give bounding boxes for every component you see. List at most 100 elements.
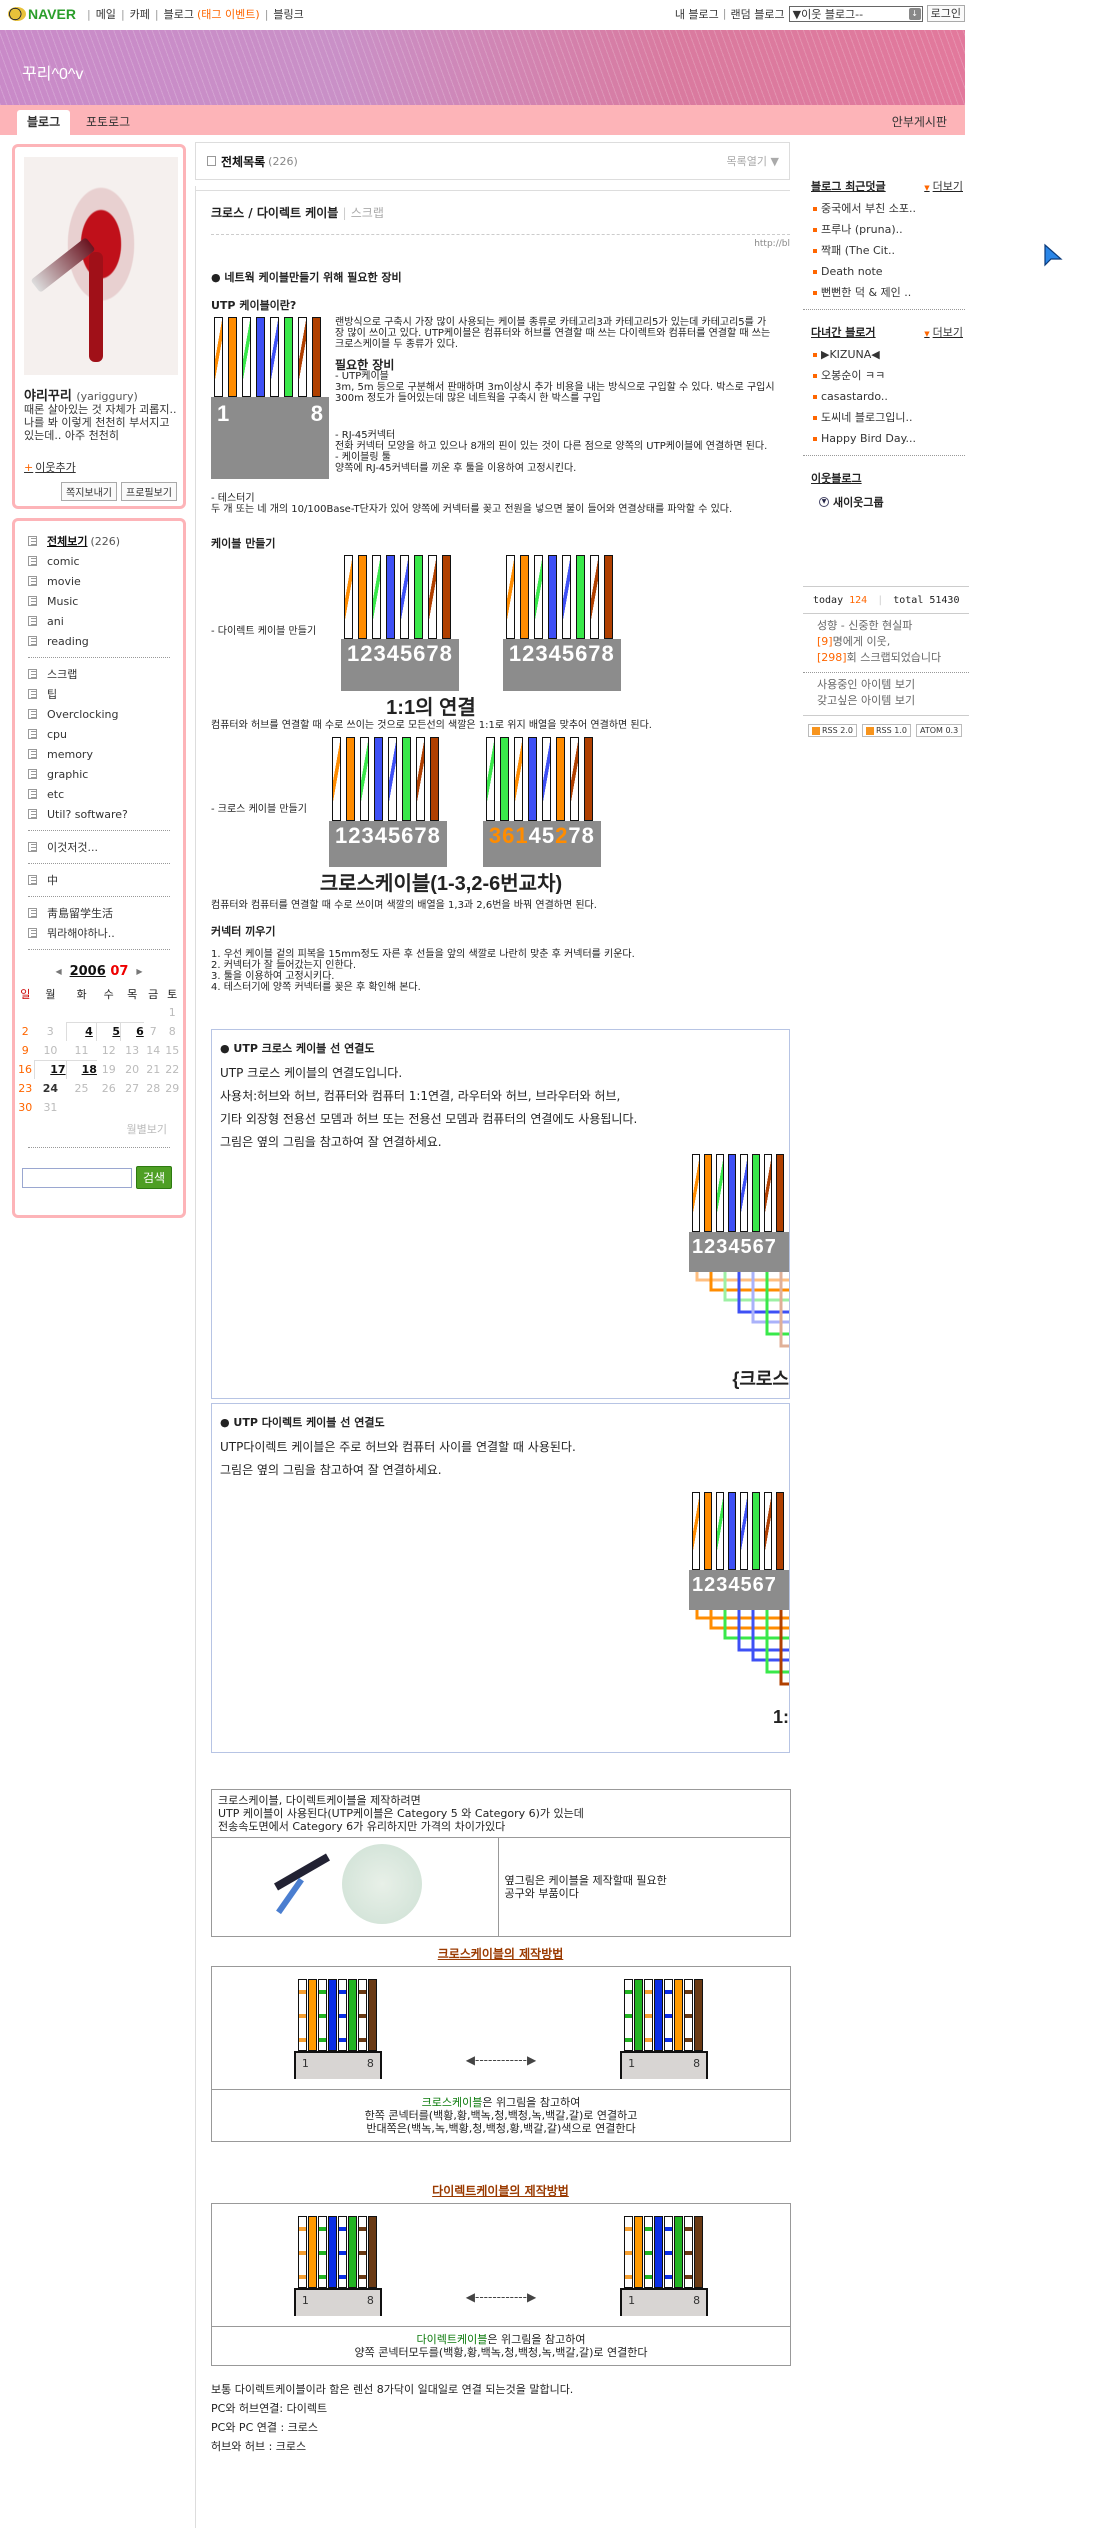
search-input[interactable]	[22, 1167, 132, 1188]
source-url[interactable]: http://bl	[211, 239, 790, 249]
visitor-item[interactable]: Happy Bird Day...	[813, 428, 973, 449]
weekday-label: 목	[127, 987, 138, 1001]
category-item[interactable]: etc	[28, 784, 183, 804]
recent-comment-item[interactable]: 뻔뻔한 덕 & 제인 ..	[813, 282, 973, 303]
visitors-more[interactable]: 더보기	[924, 324, 963, 340]
add-neighbor-link[interactable]: + 이웃추가	[24, 459, 76, 475]
wire-strand	[312, 317, 321, 397]
nav-cafe[interactable]: 카페	[130, 6, 150, 22]
calendar-day: 19	[101, 1063, 116, 1076]
weekday-label: 금	[148, 987, 159, 1001]
login-button[interactable]: 로그인	[926, 5, 965, 22]
visitor-item[interactable]: casastardo..	[813, 386, 973, 407]
category-item[interactable]: graphic	[28, 764, 183, 784]
monthly-view-link[interactable]: 월별보기	[15, 1121, 167, 1137]
blog-title[interactable]: 꾸리^0^v	[22, 60, 83, 84]
connector-body: 18	[293, 2051, 382, 2079]
next-month-icon[interactable]: ▶	[136, 967, 142, 976]
calendar-grid: 일 월 화 수 목 금 토 1 2 3 4 5 6 7 8 9 10 11 12 13 14 15 16 17 18 19 20 21…	[16, 984, 182, 1117]
visitor-item[interactable]: 오봉순이 ㅋㅋ	[813, 365, 973, 386]
category-item[interactable]: reading	[28, 631, 183, 651]
nav-tag-event[interactable]: (태그 이벤트)	[197, 6, 260, 22]
recent-comment-item[interactable]: Death note	[813, 261, 973, 282]
category-item[interactable]: ani	[28, 611, 183, 631]
nav-blog[interactable]: 블로그	[164, 6, 194, 22]
crimper-tool-graphic	[274, 1853, 330, 1891]
nickname: 야리꾸리	[24, 389, 72, 404]
neighbor-group[interactable]: ▼ 새이웃그룹	[803, 486, 973, 510]
category-item[interactable]: 이것저것...	[28, 837, 183, 857]
prev-month-icon[interactable]: ◀	[55, 967, 61, 976]
category-item[interactable]: 뭐라해야하나..	[28, 923, 183, 943]
neighbor-blog-select[interactable]: ▼이웃 블로그-- ↓	[788, 5, 923, 22]
rss2-button[interactable]: RSS 2.0	[808, 724, 857, 737]
search-button[interactable]: 검색	[136, 1166, 173, 1189]
wire-strand	[654, 1979, 664, 2051]
document-icon	[28, 689, 37, 699]
wire-strand	[367, 1979, 377, 2051]
items-using-link[interactable]: 사용중인 아이템 보기	[817, 677, 969, 693]
calendar-day[interactable]: 18	[65, 1059, 97, 1079]
items-want-link[interactable]: 갖고싶은 아이템 보기	[817, 693, 969, 709]
calendar-day[interactable]: 17	[34, 1059, 67, 1079]
visitor-item[interactable]: ▶KIZUNA◀	[813, 344, 973, 365]
recent-comments-header: 블로그 최근덧글 더보기	[803, 178, 973, 194]
naver-logo[interactable]: NAVER	[8, 6, 76, 22]
calendar-day[interactable]: 6	[120, 1021, 144, 1041]
calendar-day[interactable]: 4	[65, 1021, 97, 1041]
tab-guestbook[interactable]: 안부게시판	[882, 110, 957, 135]
tab-photolog[interactable]: 포토로그	[76, 110, 140, 135]
divider: |	[342, 206, 347, 220]
atom-button[interactable]: ATOM 0.3	[915, 724, 963, 737]
my-blog-link[interactable]: 내 블로그	[675, 6, 719, 22]
calendar-month-link[interactable]: 2006 07	[70, 964, 129, 979]
pin-numbers: 1234567	[689, 1570, 789, 1610]
tools-line: 공구와 부품이다	[504, 1887, 579, 1900]
total-count: 51430	[929, 594, 960, 606]
post-category[interactable]: 스크랩	[351, 206, 384, 220]
connector-body: 18	[620, 2288, 709, 2316]
category-item[interactable]: comic	[28, 551, 183, 571]
category-item[interactable]: memory	[28, 744, 183, 764]
category-item[interactable]: cpu	[28, 724, 183, 744]
view-profile-button[interactable]: 프로필보기	[121, 482, 177, 501]
recent-comments-title[interactable]: 블로그 최근덧글	[811, 178, 886, 194]
intro-line: 크로스케이블, 다이렉트케이블을 제작하려면	[218, 1794, 421, 1807]
connector-body: 18	[211, 397, 329, 479]
category-item[interactable]: Music	[28, 591, 183, 611]
nav-mail[interactable]: 메일	[96, 6, 116, 22]
calendar-day[interactable]: 5	[96, 1021, 121, 1041]
recent-comments-more[interactable]: 더보기	[924, 178, 963, 194]
category-item[interactable]: 스크랩	[28, 664, 183, 684]
divider	[28, 949, 170, 950]
document-icon	[28, 789, 37, 799]
direct-method-title[interactable]: 다이렉트케이블의 제작방법	[211, 2182, 790, 2199]
random-blog-link[interactable]: 랜덤 블로그	[731, 6, 785, 22]
rj45-left: 12345678	[341, 555, 459, 691]
open-list-button[interactable]: 목록열기 ▼	[727, 153, 779, 169]
send-note-button[interactable]: 쪽지보내기	[61, 482, 117, 501]
category-item[interactable]: movie	[28, 571, 183, 591]
post-title-text[interactable]: 크로스 / 다이렉트 케이블	[211, 206, 338, 220]
rss1-button[interactable]: RSS 1.0	[861, 724, 911, 737]
recent-comment-item[interactable]: 짝패 (The Cit..	[813, 240, 973, 261]
calendar: ◀ 2006 07 ▶ 일 월 화 수 목 금 토 1 2 3 4 5 6 7 8 9 10 11 12 13 14 15…	[15, 964, 183, 1137]
category-item[interactable]: Overclocking	[28, 704, 183, 724]
recent-comment-item[interactable]: 프루나 (pruna)..	[813, 219, 973, 240]
category-item[interactable]: Util? software?	[28, 804, 183, 824]
nav-blink[interactable]: 블링크	[273, 6, 303, 22]
cross-method-title[interactable]: 크로스케이블의 제작방법	[211, 1945, 790, 1962]
category-all[interactable]: 전체보기 (226)	[28, 531, 183, 551]
items-links: 사용중인 아이템 보기 갖고싶은 아이템 보기	[803, 673, 969, 715]
tendency-text: 성향 - 신중한 현실파	[817, 619, 913, 632]
category-item[interactable]: 中	[28, 870, 183, 890]
tab-blog[interactable]: 블로그	[17, 110, 71, 135]
visitors-title[interactable]: 다녀간 블로거	[811, 324, 876, 340]
wire-strand	[485, 737, 495, 821]
visitor-item[interactable]: 도씨네 블로그입니..	[813, 407, 973, 428]
category-item[interactable]: 靑島留学生活	[28, 903, 183, 923]
category-label: 이것저것...	[47, 841, 98, 854]
category-item[interactable]: 팁	[28, 684, 183, 704]
neighbors-title[interactable]: 이웃블로그	[811, 470, 862, 486]
recent-comment-item[interactable]: 중국에서 부친 소포..	[813, 198, 973, 219]
